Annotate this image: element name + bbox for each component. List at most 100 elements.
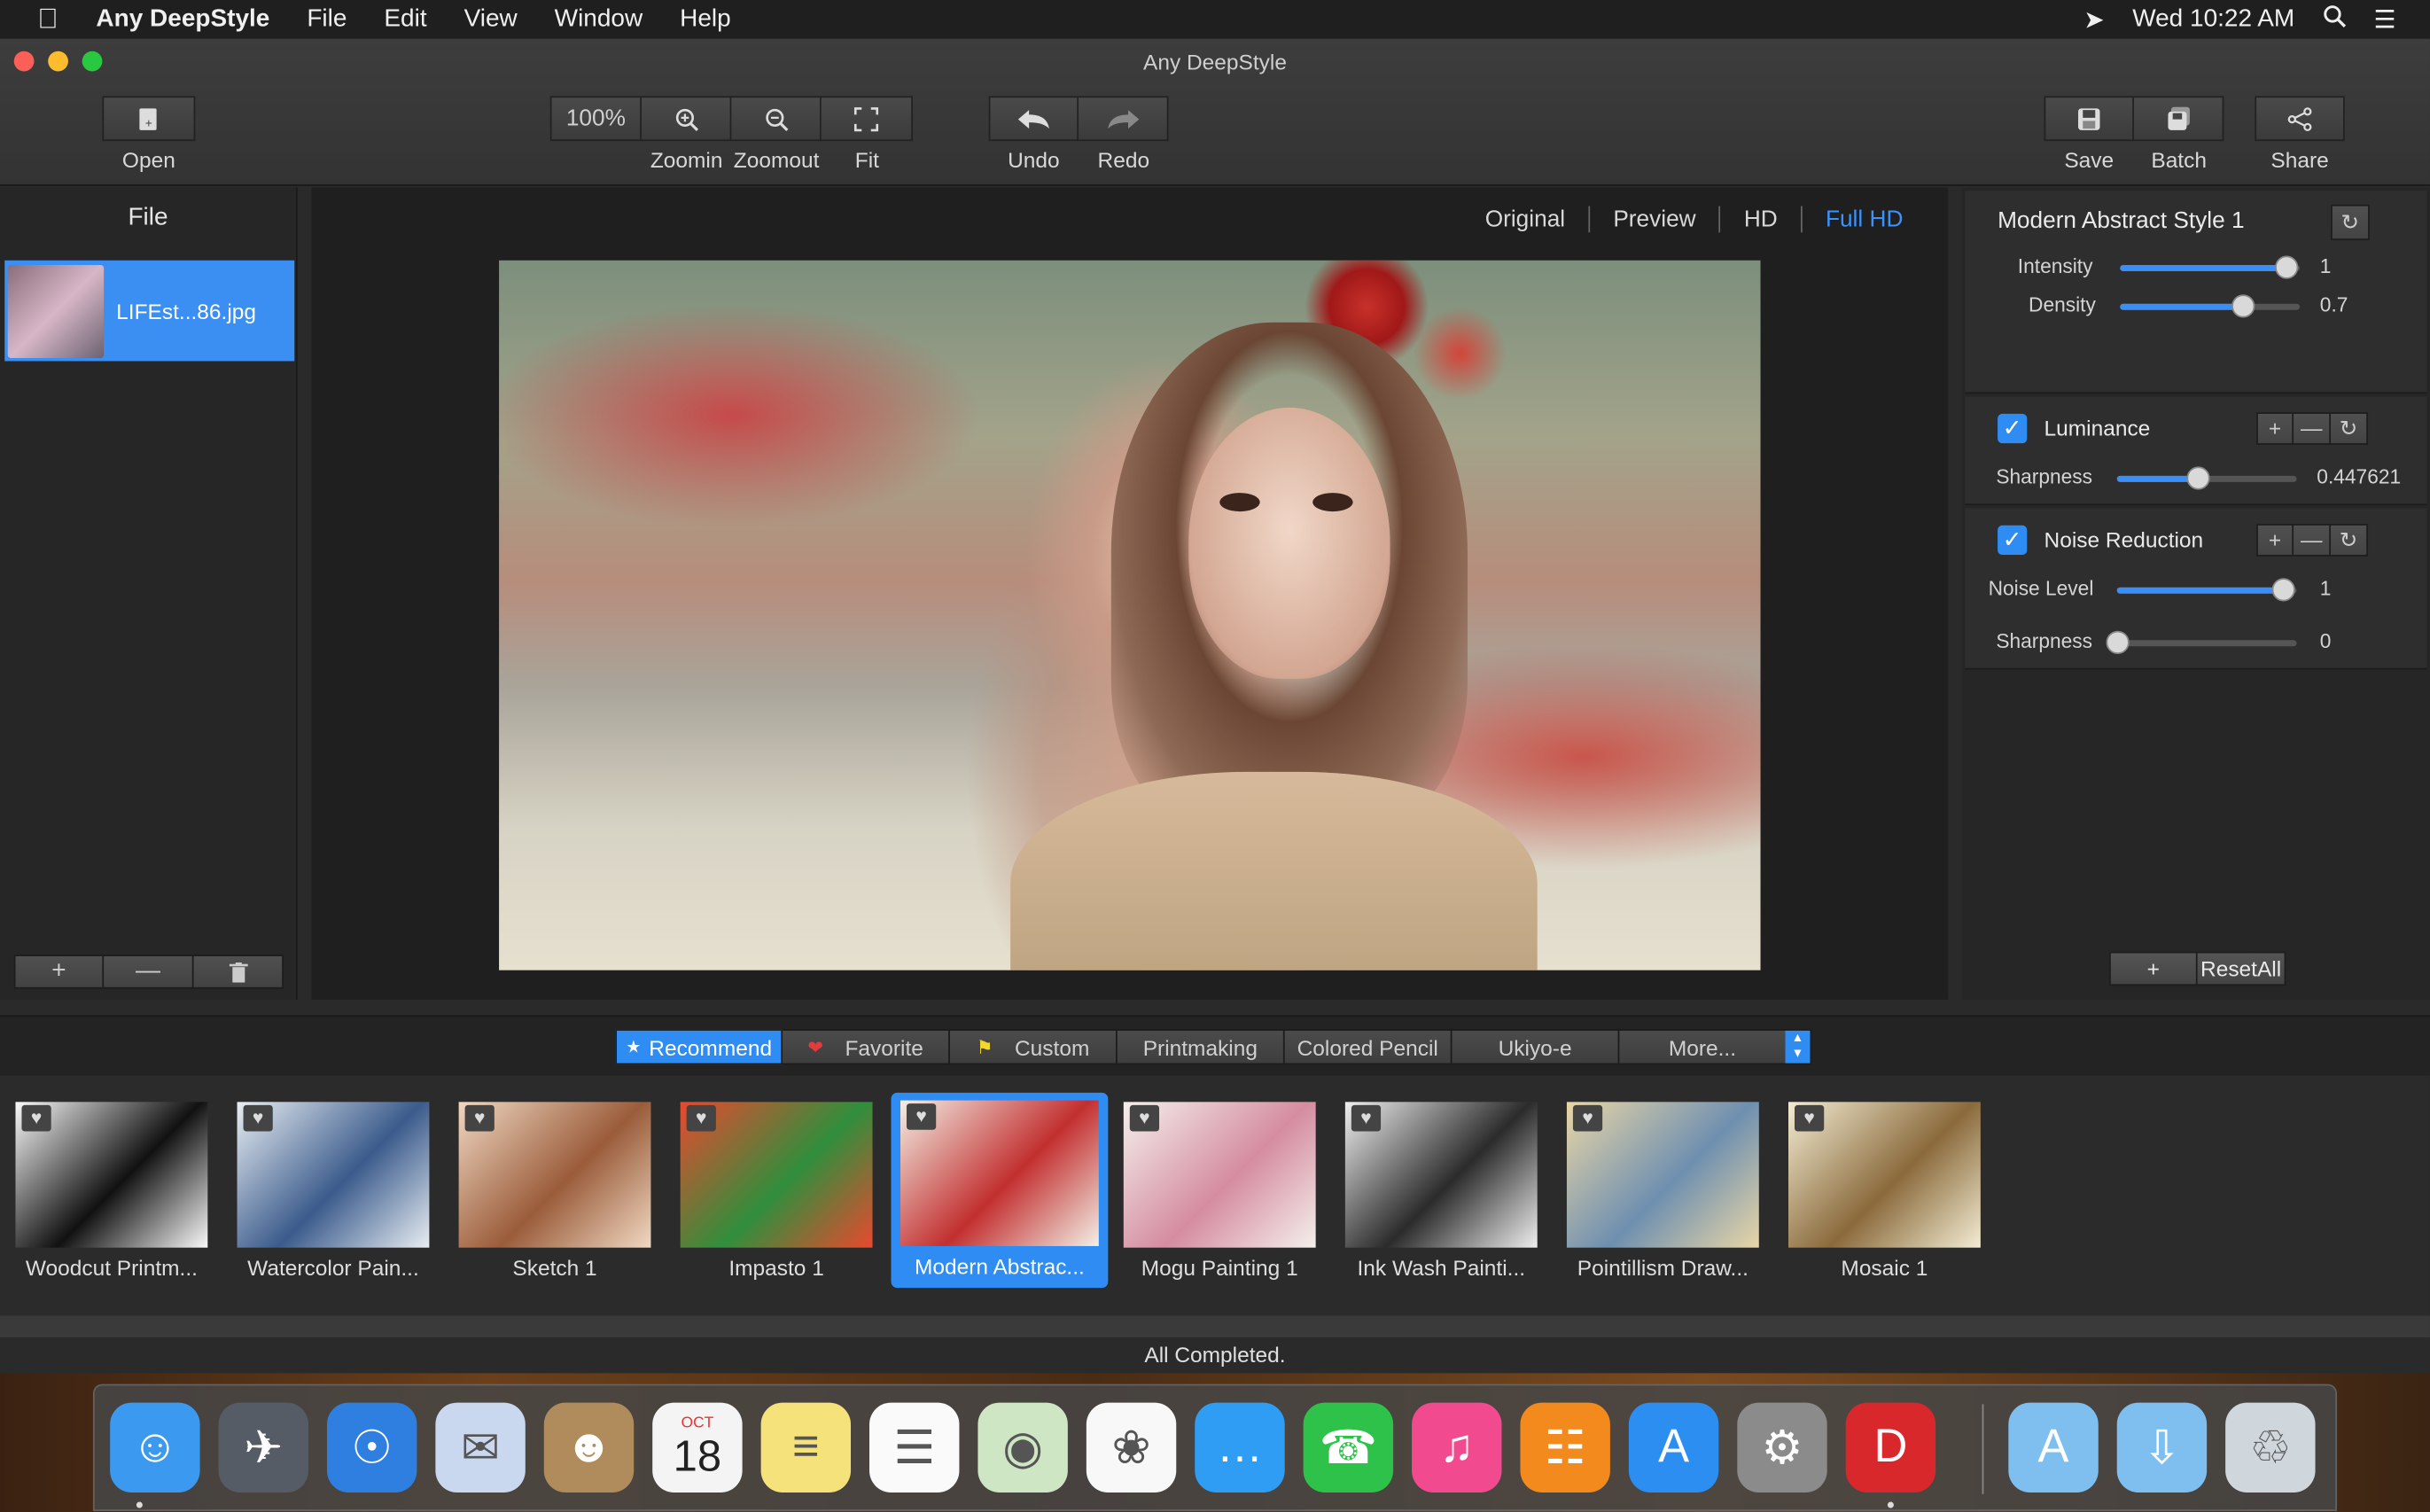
menu-app-name[interactable]: Any DeepStyle (96, 5, 288, 33)
noise-add-button[interactable]: + (2256, 524, 2294, 557)
history-group (988, 96, 1169, 142)
dropdown-arrows-icon: ▲ ▼ (1785, 1030, 1811, 1064)
redo-button[interactable] (1079, 96, 1169, 142)
menu-window[interactable]: Window (536, 5, 661, 33)
style-thumbnail-item[interactable]: ♥ Watercolor Pain... (237, 1102, 430, 1281)
style-thumbnail-item[interactable]: ♥ Woodcut Printm... (15, 1102, 208, 1280)
tab-colored-pencil[interactable]: Colored Pencil (1284, 1029, 1453, 1065)
noise-reduction-checkbox[interactable]: ✓ (1998, 525, 2028, 556)
zoomin-button[interactable] (641, 96, 732, 142)
mail-icon[interactable]: ✉ (435, 1402, 526, 1493)
favorite-heart-icon[interactable]: ♥ (1129, 1104, 1160, 1132)
favorite-heart-icon[interactable]: ♥ (686, 1104, 716, 1132)
style-thumbnail-item[interactable]: ♥ Mosaic 1 (1787, 1102, 1981, 1280)
style-thumbnail-item[interactable]: ♥ Sketch 1 (458, 1102, 651, 1280)
itunes-icon[interactable]: ♫ (1412, 1402, 1502, 1493)
tab-custom[interactable]: ⚑ Custom (949, 1029, 1118, 1065)
safari-icon[interactable]: ☉ (326, 1402, 417, 1493)
style-preview-image: ♥ (1787, 1102, 1981, 1248)
luminance-sharpness-slider[interactable] (2116, 466, 2297, 490)
reset-style-button[interactable]: ↻ (2331, 204, 2370, 241)
reminders-icon[interactable]: ☰ (869, 1402, 960, 1493)
favorite-heart-icon[interactable]: ♥ (906, 1103, 937, 1130)
noise-sharpness-slider[interactable] (2106, 630, 2297, 654)
photos-icon[interactable]: ❀ (1086, 1402, 1177, 1493)
noise-level-slider[interactable] (2116, 578, 2297, 602)
fit-button[interactable] (821, 96, 913, 142)
luminance-checkbox[interactable]: ✓ (1998, 413, 2028, 444)
add-file-button[interactable]: + (13, 955, 105, 989)
maps-icon[interactable]: ◉ (977, 1402, 1068, 1493)
app-store-icon[interactable]: A (1628, 1402, 1719, 1493)
applications-folder-icon[interactable]: A (2008, 1402, 2099, 1493)
delete-file-button[interactable] (193, 955, 284, 989)
launchpad-icon[interactable]: ✈ (218, 1402, 308, 1493)
facetime-icon[interactable]: ☎ (1303, 1402, 1394, 1493)
density-slider[interactable] (2120, 294, 2301, 318)
intensity-slider[interactable] (2120, 255, 2301, 279)
noise-reset-button[interactable]: ↻ (2331, 524, 2369, 557)
menu-help[interactable]: Help (661, 5, 750, 33)
add-preset-button[interactable]: + (2108, 951, 2198, 986)
tab-ukiyo-e[interactable]: Ukiyo-e (1452, 1029, 1620, 1065)
menu-file[interactable]: File (288, 5, 365, 33)
notification-center-icon[interactable]: ☰ (2373, 4, 2395, 35)
favorite-heart-icon[interactable]: ♥ (1351, 1104, 1382, 1132)
save-button[interactable] (2044, 96, 2134, 142)
favorite-heart-icon[interactable]: ♥ (464, 1104, 495, 1132)
menu-view[interactable]: View (446, 5, 536, 33)
tab-recommend[interactable]: ★ Recommend (615, 1029, 783, 1065)
any-deepstyle-icon[interactable]: D (1845, 1402, 1936, 1493)
messages-icon[interactable]: … (1195, 1402, 1285, 1493)
reset-all-button[interactable]: ResetAll (2197, 951, 2286, 986)
open-button[interactable]: + (102, 96, 196, 142)
favorite-heart-icon[interactable]: ♥ (21, 1104, 51, 1132)
favorite-heart-icon[interactable]: ♥ (1794, 1104, 1825, 1132)
tab-more-dropdown[interactable]: More... ▲ ▼ (1619, 1029, 1812, 1065)
gallery-scroll-strip[interactable] (0, 1315, 2430, 1338)
view-mode-hd[interactable]: HD (1718, 206, 1801, 233)
view-mode-preview[interactable]: Preview (1588, 206, 1719, 233)
style-thumbnail-item[interactable]: ♥ Pointillism Draw... (1566, 1102, 1759, 1280)
luminance-reset-button[interactable]: ↻ (2331, 412, 2369, 445)
finder-icon[interactable]: ☺ (110, 1402, 200, 1493)
file-list-item[interactable]: LIFEst...86.jpg (4, 260, 295, 362)
zoom-value[interactable]: 100% (549, 96, 642, 142)
remove-file-button[interactable]: — (104, 955, 194, 989)
share-button[interactable] (2255, 96, 2345, 142)
settings-panel: Modern Abstract Style 1 ↻ Intensity 1 De… (1961, 187, 2430, 1000)
share-icon (2287, 106, 2312, 131)
tab-favorite[interactable]: ❤ Favorite (783, 1029, 950, 1065)
style-thumbnail-item[interactable]: ♥ Ink Wash Painti... (1344, 1102, 1538, 1280)
style-thumbnail-item[interactable]: ♥ Modern Abstrac... (891, 1092, 1109, 1289)
ibooks-icon[interactable]: ☷ (1520, 1402, 1610, 1493)
view-mode-original[interactable]: Original (1461, 207, 1588, 233)
notes-icon[interactable]: ≡ (760, 1402, 852, 1493)
spotlight-search-icon[interactable] (2323, 4, 2346, 35)
view-mode-full-hd[interactable]: Full HD (1800, 206, 1927, 233)
file-panel: File LIFEst...86.jpg + — (0, 187, 298, 1000)
airplay-status-icon[interactable]: ➤ (2083, 4, 2104, 35)
apple-menu-icon[interactable]:  (0, 3, 96, 35)
noise-remove-button[interactable]: — (2294, 524, 2332, 557)
luminance-remove-button[interactable]: — (2294, 412, 2332, 445)
menu-clock[interactable]: Wed 10:22 AM (2132, 5, 2294, 33)
system-preferences-icon[interactable]: ⚙ (1737, 1402, 1827, 1493)
favorite-heart-icon[interactable]: ♥ (243, 1104, 273, 1132)
calendar-icon[interactable]: OCT 18 (652, 1402, 743, 1493)
zoomout-button[interactable] (731, 96, 822, 142)
contacts-icon[interactable]: ☻ (543, 1402, 635, 1493)
downloads-folder-icon[interactable]: ⇩ (2116, 1402, 2208, 1493)
favorite-heart-icon[interactable]: ♥ (1572, 1104, 1603, 1132)
batch-button[interactable] (2133, 96, 2224, 142)
style-thumbnail-item[interactable]: ♥ Mogu Painting 1 (1123, 1102, 1316, 1280)
tab-printmaking[interactable]: Printmaking (1117, 1029, 1285, 1065)
menu-edit[interactable]: Edit (365, 5, 445, 33)
style-label: Watercolor Pain... (247, 1255, 419, 1281)
undo-button[interactable] (988, 96, 1079, 142)
style-thumbnail-item[interactable]: ♥ Impasto 1 (680, 1102, 873, 1280)
minus-icon: — (136, 957, 160, 985)
stylized-image-canvas[interactable] (499, 260, 1761, 970)
luminance-add-button[interactable]: + (2256, 412, 2294, 445)
trash-icon[interactable]: ♲ (2225, 1402, 2316, 1493)
